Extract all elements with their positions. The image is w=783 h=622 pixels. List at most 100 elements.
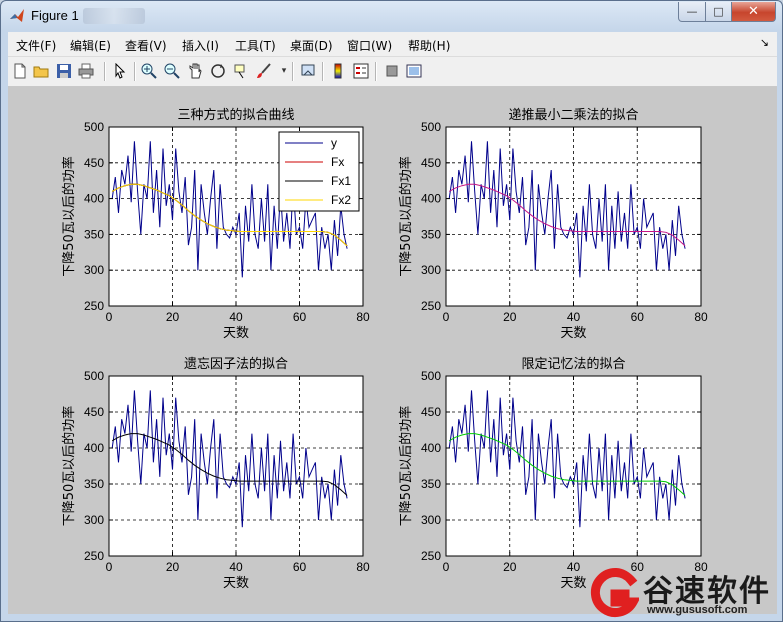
- save-icon[interactable]: [56, 63, 72, 79]
- menu-bar: 文件(F) 编辑(E) 查看(V) 插入(I) 工具(T) 桌面(D) 窗口(W…: [8, 32, 777, 57]
- x-tick-label: 60: [293, 560, 307, 574]
- y-tick-label: 450: [421, 405, 441, 419]
- y-tick-label: 350: [421, 227, 441, 241]
- maximize-button[interactable]: □: [706, 2, 732, 22]
- y-tick-label: 250: [421, 299, 441, 313]
- x-tick-label: 60: [631, 310, 645, 324]
- zoom-in-icon[interactable]: [141, 63, 157, 79]
- x-tick-label: 20: [166, 310, 180, 324]
- toolbar: ▾: [8, 57, 777, 87]
- minimize-icon: —: [686, 5, 698, 18]
- menu-tools[interactable]: 工具(T): [235, 37, 276, 54]
- y-tick-label: 350: [84, 227, 104, 241]
- menu-insert[interactable]: 插入(I): [182, 37, 219, 54]
- data-cursor-icon[interactable]: [233, 63, 249, 79]
- print-icon[interactable]: [78, 63, 94, 79]
- y-tick-label: 400: [421, 441, 441, 455]
- y-tick-label: 250: [84, 299, 104, 313]
- x-tick-label: 0: [106, 310, 113, 324]
- figure-canvas[interactable]: 0 20 40 60 80 250 300 350 400 450 500 三种方式的拟合曲线 天数 下降…: [8, 87, 777, 614]
- x-tick-label: 80: [356, 560, 370, 574]
- subplot-4: 0 20 40 60 80250300350400450500限定记忆法的拟合天数下降5…: [398, 356, 708, 591]
- menu-view[interactable]: 查看(V): [125, 37, 167, 54]
- toolbar-separator: [104, 62, 106, 81]
- menu-desktop[interactable]: 桌面(D): [290, 37, 333, 54]
- watermark: 谷速软件 www.gususoft.com: [583, 566, 781, 620]
- y-axis-label: 下降50瓦以后的功率: [61, 156, 77, 277]
- x-tick-label: 40: [567, 310, 581, 324]
- y-tick-label: 300: [84, 513, 104, 527]
- toolbar-separator: [375, 62, 377, 81]
- y-tick-label: 500: [421, 369, 441, 383]
- legend-label: Fx1: [331, 174, 351, 188]
- y-tick-label: 450: [84, 405, 104, 419]
- y-axis-label: 下降50瓦以后的功率: [398, 406, 414, 527]
- menu-file[interactable]: 文件(F): [16, 37, 56, 54]
- x-axis-label: 天数: [560, 326, 586, 341]
- x-tick-label: 0: [106, 560, 113, 574]
- y-tick-label: 300: [84, 263, 104, 277]
- x-tick-label: 20: [166, 560, 180, 574]
- y-tick-label: 350: [84, 477, 104, 491]
- x-tick-label: 80: [356, 310, 370, 324]
- hide-tools-icon[interactable]: [384, 63, 400, 79]
- legend-icon[interactable]: [353, 63, 369, 79]
- blurred-title-region: [83, 8, 145, 24]
- x-axis-label: 天数: [223, 576, 249, 591]
- y-tick-label: 500: [421, 120, 441, 134]
- menu-window[interactable]: 窗口(W): [347, 37, 392, 54]
- x-tick-label: 40: [567, 560, 581, 574]
- subplot-title: 限定记忆法的拟合: [521, 356, 625, 372]
- link-icon[interactable]: [300, 63, 316, 79]
- figure-window: Figure 1 — □ ✕ 文件(F) 编辑(E) 查看(V) 插入(I) 工…: [0, 0, 783, 622]
- y-tick-label: 500: [84, 120, 104, 134]
- y-axis-label: 下降50瓦以后的功率: [61, 406, 77, 527]
- y-tick-label: 300: [421, 263, 441, 277]
- y-tick-label: 300: [421, 513, 441, 527]
- y-tick-label: 250: [421, 549, 441, 563]
- x-tick-label: 40: [229, 560, 243, 574]
- x-tick-label: 0: [443, 310, 450, 324]
- y-tick-label: 250: [84, 549, 104, 563]
- y-tick-label: 350: [421, 477, 441, 491]
- y-tick-label: 400: [421, 192, 441, 206]
- maximize-icon: □: [713, 5, 724, 18]
- pointer-icon[interactable]: [112, 62, 128, 79]
- brush-dropdown-icon[interactable]: ▾: [276, 63, 292, 79]
- x-tick-label: 0: [443, 560, 450, 574]
- title-bar[interactable]: Figure 1 — □ ✕: [1, 1, 782, 31]
- new-figure-icon[interactable]: [12, 63, 28, 79]
- show-tools-icon[interactable]: [406, 63, 422, 79]
- subplot-2: 0 20 40 60 80 250 300 350 400 450 500 递推最小二乘法的拟合天数 下…: [398, 107, 708, 341]
- x-axis-label: 天数: [223, 326, 249, 341]
- window-title: Figure 1: [31, 8, 79, 23]
- y-tick-label: 500: [84, 369, 104, 383]
- x-tick-label: 80: [694, 310, 708, 324]
- pan-icon[interactable]: [187, 63, 203, 79]
- open-icon[interactable]: [33, 63, 49, 79]
- dock-arrow-icon[interactable]: ↘: [760, 36, 769, 49]
- minimize-button[interactable]: —: [678, 2, 706, 22]
- close-button[interactable]: ✕: [732, 2, 776, 22]
- x-tick-label: 20: [503, 560, 517, 574]
- rotate-icon[interactable]: [210, 63, 226, 79]
- y-axis-label: 下降50瓦以后的功率: [398, 156, 414, 277]
- x-tick-label: 40: [229, 310, 243, 324]
- menu-help[interactable]: 帮助(H): [408, 37, 450, 54]
- toolbar-separator: [134, 62, 136, 81]
- subplot-title: 递推最小二乘法的拟合: [508, 107, 638, 123]
- legend-label: Fx2: [331, 193, 351, 207]
- watermark-url: www.gususoft.com: [647, 604, 748, 616]
- zoom-out-icon[interactable]: [164, 63, 180, 79]
- menu-edit[interactable]: 编辑(E): [70, 37, 111, 54]
- colorbar-icon[interactable]: [330, 63, 346, 79]
- y-tick-label: 400: [84, 441, 104, 455]
- brush-icon[interactable]: [256, 63, 272, 79]
- subplot-title: 遗忘因子法的拟合: [184, 356, 288, 372]
- subplot-1: 0 20 40 60 80 250 300 350 400 450 500 三种方式的拟合曲线天数 下降…: [61, 107, 370, 341]
- subplot-title: 三种方式的拟合曲线: [177, 107, 294, 123]
- y-tick-label: 450: [84, 156, 104, 170]
- toolbar-separator: [292, 62, 294, 81]
- plots-canvas: 0 20 40 60 80250300350400450500三种方式的拟合曲线天数下降…: [61, 107, 708, 591]
- legend-label: Fx: [331, 155, 344, 169]
